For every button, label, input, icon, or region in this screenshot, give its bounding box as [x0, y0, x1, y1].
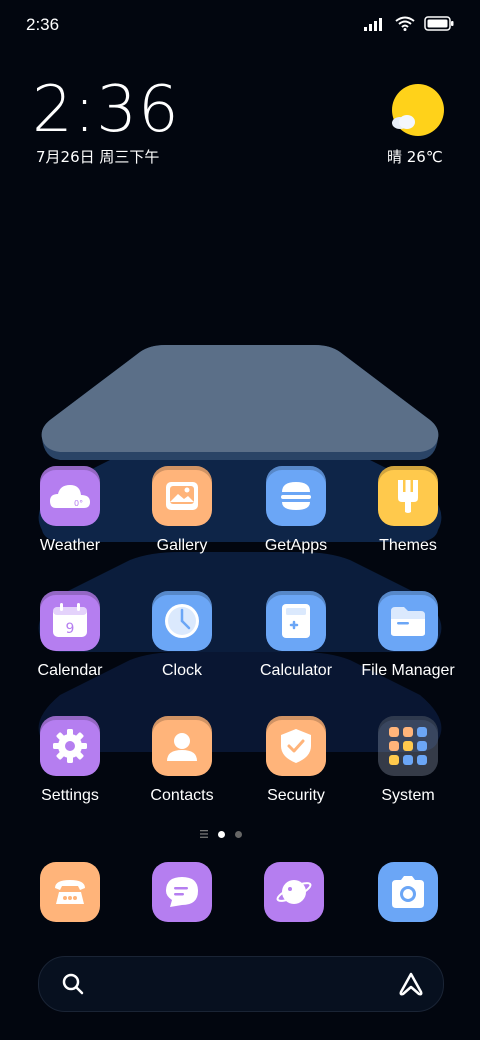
page-indicator[interactable]: [200, 830, 242, 838]
cloud-icon: [392, 115, 415, 129]
menu-lines-icon: [200, 830, 208, 838]
assistant-icon[interactable]: [397, 970, 425, 998]
calendar-icon-text: 9: [66, 621, 75, 637]
status-icons: [364, 16, 454, 31]
app-label: Gallery: [156, 537, 208, 554]
page-dot: [235, 830, 242, 838]
app-label: File Manager: [361, 662, 455, 679]
app-contacts[interactable]: Contacts: [126, 716, 238, 826]
getapps-icon: [266, 466, 326, 526]
messages-icon[interactable]: [152, 862, 212, 922]
weather-icon: 0°: [40, 466, 100, 526]
phone-icon[interactable]: [40, 862, 100, 922]
weather-temperature: 晴 26℃: [387, 148, 443, 166]
calendar-icon: 9: [40, 591, 100, 651]
clock-widget-date: 7月26日 周三下午: [36, 148, 160, 166]
shield-icon: [266, 716, 326, 776]
status-time: 2:36: [26, 15, 60, 34]
app-label: Contacts: [150, 787, 214, 804]
folder-icon: [378, 591, 438, 651]
browser-icon[interactable]: [264, 862, 324, 922]
status-bar: 2:36: [0, 0, 480, 50]
app-calendar[interactable]: 9 Calendar: [14, 591, 126, 701]
folder-grid-icon: [378, 716, 438, 776]
themes-icon: [378, 466, 438, 526]
app-gallery[interactable]: Gallery: [126, 466, 238, 576]
page-dot-active: [218, 830, 225, 838]
app-themes[interactable]: Themes: [352, 466, 464, 576]
app-label: System: [381, 787, 435, 804]
wifi-icon: [395, 16, 415, 31]
app-system-folder[interactable]: System: [352, 716, 464, 826]
gear-icon: [40, 716, 100, 776]
battery-icon: [424, 16, 454, 31]
clock-widget-time[interactable]: 2:36: [32, 74, 180, 146]
app-settings[interactable]: Settings: [14, 716, 126, 826]
app-label: Themes: [379, 537, 437, 554]
app-clock[interactable]: Clock: [126, 591, 238, 701]
weather-icon-text: 0°: [74, 499, 83, 508]
dock: [0, 862, 480, 924]
app-file-manager[interactable]: File Manager: [352, 591, 464, 701]
signal-icon: [364, 17, 382, 31]
clock-icon: [152, 591, 212, 651]
calculator-icon: [266, 591, 326, 651]
search-bar[interactable]: [38, 956, 444, 1012]
app-security[interactable]: Security: [240, 716, 352, 826]
app-label: Clock: [161, 662, 202, 679]
app-weather[interactable]: 0° Weather: [14, 466, 126, 576]
app-calculator[interactable]: Calculator: [240, 591, 352, 701]
app-getapps[interactable]: GetApps: [240, 466, 352, 576]
search-icon: [62, 973, 84, 995]
camera-icon[interactable]: [378, 862, 438, 922]
gallery-icon: [152, 466, 212, 526]
contacts-icon: [152, 716, 212, 776]
